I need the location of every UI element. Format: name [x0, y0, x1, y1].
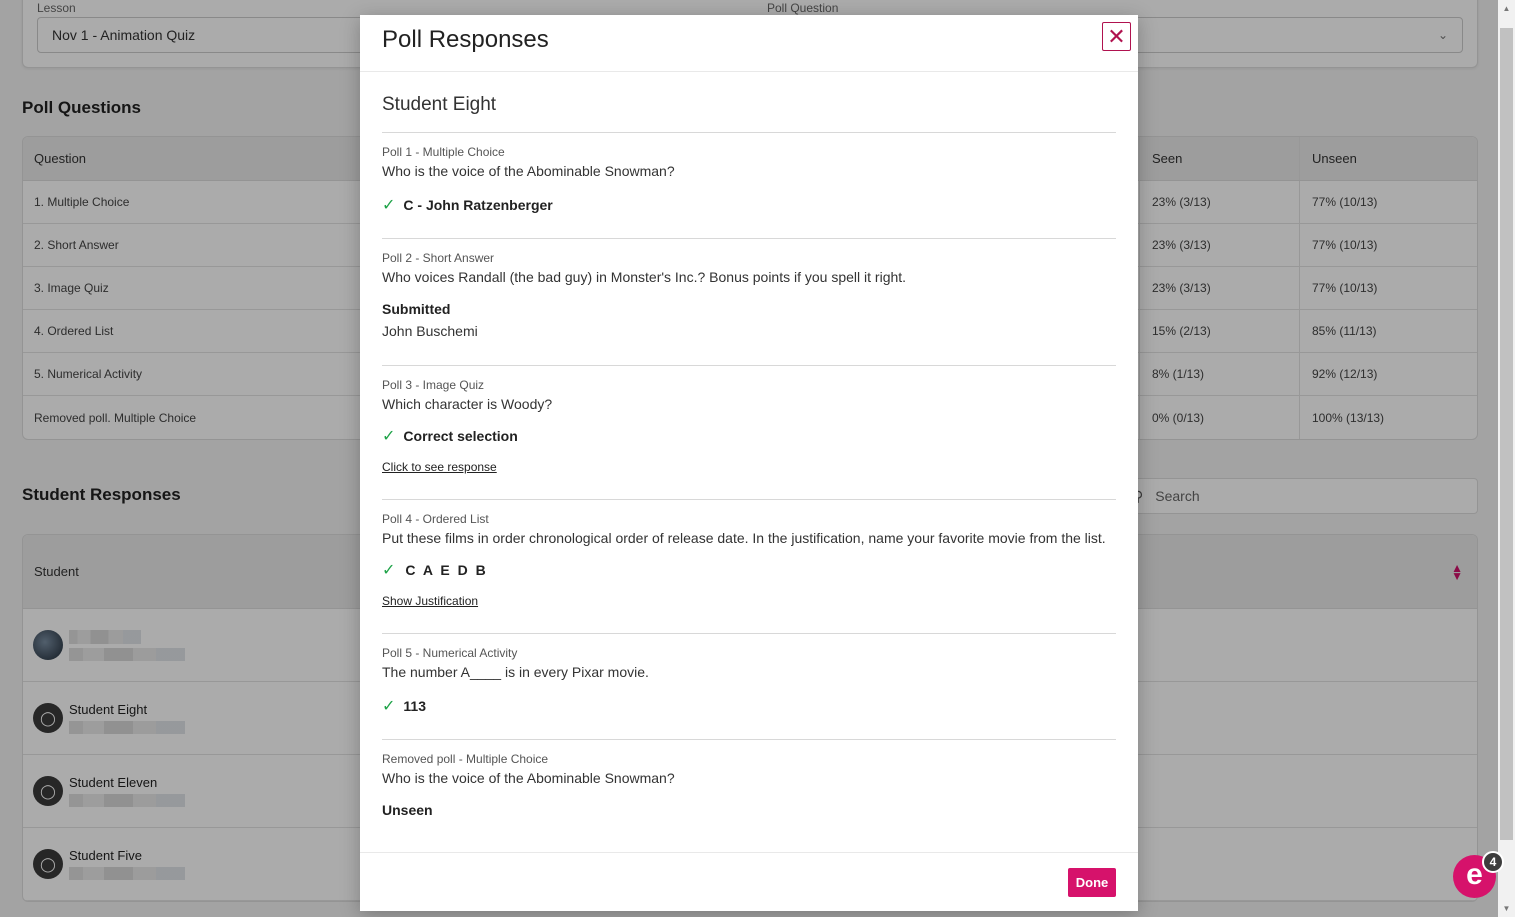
poll-response: Poll 3 - Image Quiz Which character is W… — [382, 366, 1116, 500]
modal-header: Poll Responses ✕ — [360, 15, 1138, 72]
poll-response: Poll 1 - Multiple Choice Who is the voic… — [382, 133, 1116, 239]
poll-response: Poll 5 - Numerical Activity The number A… — [382, 634, 1116, 740]
poll-question: The number A____ is in every Pixar movie… — [382, 664, 649, 680]
answer-text: Correct selection — [403, 428, 518, 444]
poll-question: Who is the voice of the Abominable Snowm… — [382, 770, 675, 786]
poll-question: Who is the voice of the Abominable Snowm… — [382, 163, 675, 179]
poll-answer: ✓ Correct selection — [382, 426, 1116, 446]
poll-label: Poll 5 - Numerical Activity — [382, 646, 518, 660]
answer-text: 113 — [403, 698, 426, 714]
student-name-heading: Student Eight — [382, 94, 1116, 133]
poll-answer: ✓ C A E D B — [382, 560, 1116, 580]
answer-text: C A E D B — [405, 562, 488, 578]
submitted-label: Submitted — [382, 301, 451, 317]
see-response-link[interactable]: Click to see response — [382, 460, 497, 474]
chat-logo-icon: e — [1466, 857, 1483, 891]
scroll-down-arrow-icon[interactable]: ▼ — [1498, 900, 1515, 917]
poll-label: Poll 1 - Multiple Choice — [382, 145, 505, 159]
poll-label: Removed poll - Multiple Choice — [382, 752, 549, 766]
poll-question: Put these films in order chronological o… — [382, 530, 1106, 546]
unseen-status: Unseen — [382, 802, 433, 818]
poll-response: Poll 2 - Short Answer Who voices Randall… — [382, 239, 1116, 366]
poll-label: Poll 4 - Ordered List — [382, 512, 489, 526]
check-icon: ✓ — [382, 428, 396, 445]
show-justification-link[interactable]: Show Justification — [382, 594, 478, 608]
check-icon: ✓ — [382, 698, 396, 715]
poll-response: Poll 4 - Ordered List Put these films in… — [382, 500, 1116, 634]
scrollbar-thumb[interactable] — [1500, 28, 1513, 840]
poll-question: Who voices Randall (the bad guy) in Mons… — [382, 269, 907, 285]
poll-answer: ✓ C - John Ratzenberger — [382, 195, 1116, 215]
poll-response: Removed poll - Multiple Choice Who is th… — [382, 740, 1116, 818]
close-button[interactable]: ✕ — [1102, 22, 1131, 51]
notification-badge: 4 — [1482, 851, 1504, 873]
answer-text: John Buschemi — [382, 323, 478, 339]
answer-text: C - John Ratzenberger — [403, 197, 553, 213]
poll-label: Poll 3 - Image Quiz — [382, 378, 485, 392]
check-icon: ✓ — [382, 562, 398, 579]
poll-responses-modal: Poll Responses ✕ Student Eight Poll 1 - … — [360, 15, 1138, 911]
scroll-up-arrow-icon[interactable]: ▲ — [1498, 0, 1515, 17]
poll-answer: ✓ 113 — [382, 696, 1116, 716]
modal-title: Poll Responses — [382, 26, 549, 53]
modal-body: Student Eight Poll 1 - Multiple Choice W… — [360, 94, 1138, 818]
check-icon: ✓ — [382, 197, 396, 214]
poll-question: Which character is Woody? — [382, 396, 553, 412]
poll-label: Poll 2 - Short Answer — [382, 251, 495, 265]
modal-footer: Done — [360, 852, 1138, 911]
done-button[interactable]: Done — [1068, 868, 1116, 897]
